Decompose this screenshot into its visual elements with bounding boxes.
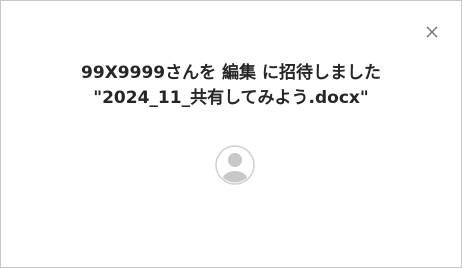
invite-message-line-1: 99X9999さんを 編集 に招待しました [81,63,381,83]
invite-confirmation-dialog: 99X9999さんを 編集 に招待しました "2024_11_共有してみよう.d… [0,0,462,268]
person-icon [215,145,255,185]
invite-message-line-2: "2024_11_共有してみよう.docx" [93,88,369,108]
invite-message: 99X9999さんを 編集 に招待しました "2024_11_共有してみよう.d… [1,61,461,111]
close-icon [426,26,438,38]
avatar [215,145,255,185]
close-button[interactable] [421,21,443,43]
